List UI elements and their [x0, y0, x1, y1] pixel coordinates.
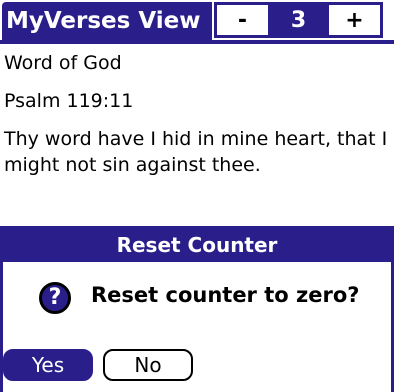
- question-icon: ?: [39, 282, 71, 314]
- app-title: MyVerses View: [2, 2, 212, 40]
- title-underline: [0, 40, 394, 44]
- decrement-button[interactable]: -: [214, 2, 271, 38]
- verse-text: Thy word have I hid in mine heart, that …: [4, 128, 388, 176]
- increment-button[interactable]: +: [326, 2, 383, 38]
- reset-counter-dialog: Reset Counter ? Reset counter to zero? Y…: [0, 226, 394, 392]
- counter-value: 3: [268, 2, 329, 38]
- dialog-title: Reset Counter: [3, 229, 391, 262]
- yes-button[interactable]: Yes: [3, 349, 93, 381]
- no-button[interactable]: No: [103, 349, 193, 381]
- title-bar: MyVerses View - 3 +: [0, 0, 394, 44]
- dialog-message: Reset counter to zero?: [91, 283, 360, 307]
- counter-controls: - 3 +: [214, 2, 383, 40]
- verse-heading: Word of God: [4, 52, 122, 74]
- verse-reference: Psalm 119:11: [4, 90, 134, 112]
